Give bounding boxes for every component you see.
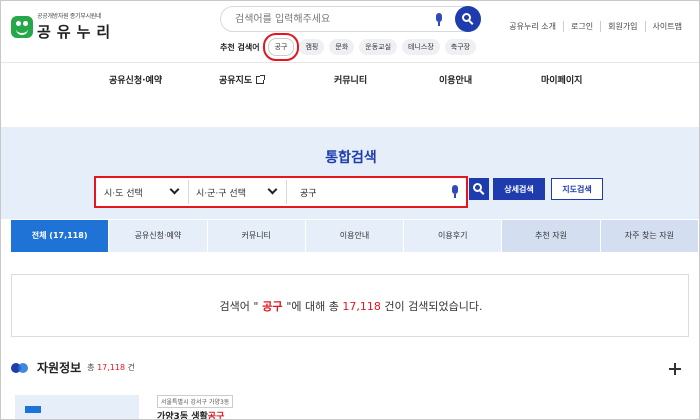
tab-recommended[interactable]: 추천 자원: [502, 220, 601, 252]
result-summary: 검색어 " 공구 "에 대해 총 17,118 건이 검색되었습니다.: [11, 274, 689, 337]
logo-title: 공유누리: [37, 23, 117, 41]
card-title-prefix: 가양3동 생활: [157, 412, 208, 420]
keyword-tag-culture[interactable]: 문화: [329, 39, 355, 55]
top-search-bar: [220, 6, 481, 32]
detail-search-button[interactable]: 상세검색: [493, 178, 545, 200]
nav-label: 공유신청·예약: [109, 76, 163, 86]
nav-label: 커뮤니티: [334, 76, 368, 86]
divider: [188, 180, 189, 204]
recommended-keywords: 추천 검색어 공구 캠핑 문화 운동교실 테니스장 축구장: [220, 33, 481, 61]
divider: [286, 180, 287, 204]
search-icon: [462, 13, 474, 25]
thumbnail-badge: [25, 406, 41, 413]
nav-share-request[interactable]: 공유신청·예약: [109, 73, 162, 86]
site-logo[interactable]: 공공개방자원 종기부시원네 공유누리: [11, 11, 116, 42]
card-title-keyword: 공구: [207, 412, 225, 420]
sigungu-select[interactable]: 시·군·구 선택: [190, 180, 284, 204]
resource-card-region: 서울특별시 강서구 가양3동: [157, 395, 234, 408]
nav-label: 마이페이지: [541, 76, 583, 86]
page-frame: 공공개방자원 종기부시원네 공유누리 추천 검색어 공구 캠핑 문화 운동교실 …: [0, 0, 700, 420]
nav-label: 이용안내: [439, 76, 473, 86]
main-nav: 공유신청·예약 공유지도 커뮤니티 이용안내 마이페이지: [1, 63, 699, 97]
microphone-icon[interactable]: [451, 185, 459, 198]
result-keyword: 공구: [258, 300, 287, 313]
tab-share-request[interactable]: 공유신청·예약: [109, 220, 208, 252]
nav-community[interactable]: 커뮤니티: [334, 73, 367, 86]
map-search-button[interactable]: 지도검색: [551, 178, 603, 200]
sido-select[interactable]: 시·도 선택: [98, 180, 186, 204]
nav-label: 공유지도: [219, 76, 253, 86]
resource-section-header: 자원정보 총 17,118 건: [11, 359, 135, 376]
top-search-button[interactable]: [455, 6, 481, 32]
resource-section-title: 자원정보: [37, 361, 82, 375]
result-prefix: 검색어 ": [219, 300, 259, 313]
result-suffix: 건이 검색되었습니다.: [380, 300, 483, 313]
logo-subtitle: 공공개방자원 종기부시원네: [37, 13, 102, 20]
microphone-icon[interactable]: [435, 13, 443, 26]
resource-count: 총 17,118 건: [87, 362, 135, 373]
resource-count-prefix: 총: [87, 363, 98, 372]
nav-guide[interactable]: 이용안내: [439, 73, 472, 86]
integrated-search-button[interactable]: [469, 178, 489, 200]
util-link-login[interactable]: 로그인: [563, 21, 600, 32]
logo-icon: [11, 15, 33, 38]
chevron-down-icon: [169, 184, 180, 195]
keyword-tag-soccer-field[interactable]: 축구장: [444, 39, 477, 55]
keyword-tag-tennis-court[interactable]: 테니스장: [402, 39, 440, 55]
panel-title: 통합검색: [325, 150, 377, 166]
result-tabs: 전체 (17,118) 공유신청·예약 커뮤니티 이용안내 이용후기 추천 자원…: [11, 220, 699, 252]
resource-card-thumbnail[interactable]: [15, 395, 139, 419]
integrated-search-bar: 시·도 선택 시·군·구 선택: [94, 176, 468, 208]
sido-select-value: 시·도 선택: [104, 189, 143, 199]
external-link-icon: [256, 75, 266, 84]
integrated-search-input[interactable]: [292, 180, 442, 204]
top-search-input[interactable]: [235, 11, 425, 28]
chevron-down-icon: [267, 184, 278, 195]
recommended-label: 추천 검색어: [220, 42, 260, 52]
tab-reviews[interactable]: 이용후기: [404, 220, 503, 252]
resource-count-suffix: 건: [125, 363, 135, 372]
nav-share-map[interactable]: 공유지도: [219, 73, 266, 86]
tab-all[interactable]: 전체 (17,118): [11, 220, 110, 252]
util-link-signup[interactable]: 회원가입: [600, 21, 644, 32]
tab-frequent[interactable]: 자주 찾는 자원: [600, 220, 699, 252]
keyword-tag-exercise-class[interactable]: 운동교실: [359, 39, 398, 55]
search-icon: [473, 183, 485, 195]
plus-icon[interactable]: [669, 363, 681, 375]
result-middle: "에 대해 총: [286, 300, 343, 313]
section-dots-icon: [11, 362, 31, 374]
tab-guide[interactable]: 이용안내: [306, 220, 405, 252]
keyword-tag-gonggu[interactable]: 공구: [262, 33, 300, 61]
tab-community[interactable]: 커뮤니티: [208, 220, 306, 252]
result-count: 17,118: [342, 300, 381, 313]
resource-count-value: 17,118: [97, 363, 126, 372]
keyword-tag-camping[interactable]: 캠핑: [299, 39, 325, 55]
util-link-sitemap[interactable]: 사이트맵: [644, 21, 689, 32]
sigungu-select-value: 시·군·구 선택: [196, 189, 246, 199]
resource-card-title[interactable]: 가양3동 생활공구: [157, 409, 225, 420]
nav-mypage[interactable]: 마이페이지: [541, 73, 582, 86]
result-summary-text: 검색어 " 공구 "에 대해 총 17,118 건이 검색되었습니다.: [12, 298, 690, 314]
util-link-about[interactable]: 공유누리 소개: [502, 21, 563, 32]
utility-links: 공유누리 소개 로그인 회원가입 사이트맵: [502, 21, 689, 32]
